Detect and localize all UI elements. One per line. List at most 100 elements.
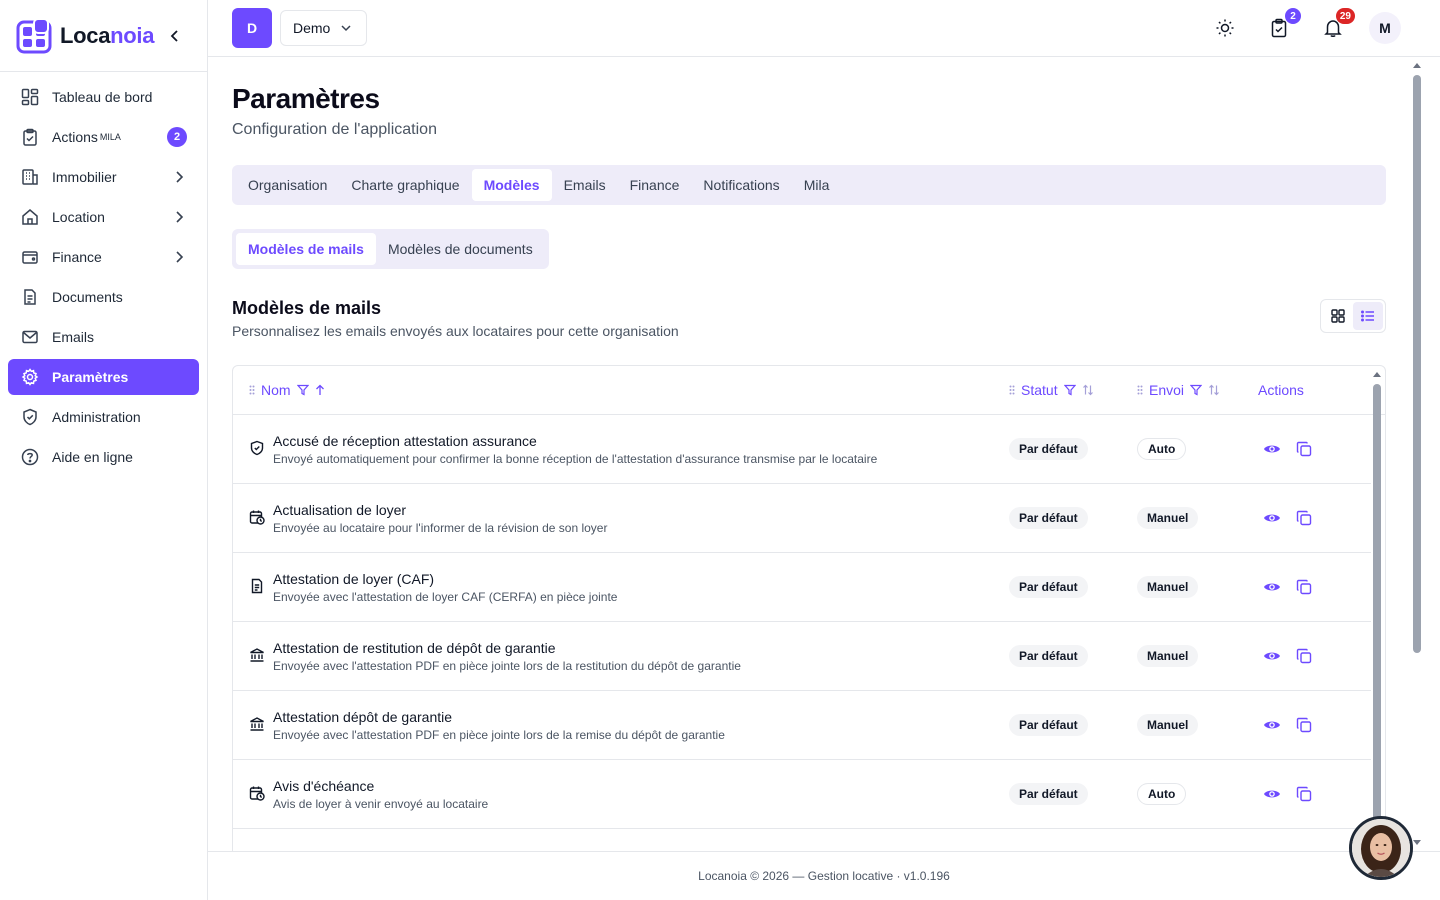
column-header-envoi[interactable]: Envoi xyxy=(1137,366,1220,414)
theme-toggle-button[interactable] xyxy=(1211,14,1239,42)
template-description: Envoyée avec l'attestation de loyer CAF … xyxy=(273,590,618,604)
preview-button[interactable] xyxy=(1262,646,1282,666)
locanoia-logo-icon xyxy=(16,17,52,53)
mail-icon xyxy=(20,327,40,347)
status-badge: Par défaut xyxy=(1009,576,1088,598)
sidebar-item-label: Aide en ligne xyxy=(52,449,133,465)
tab-notifications[interactable]: Notifications xyxy=(691,169,791,201)
duplicate-button[interactable] xyxy=(1294,646,1314,666)
column-header-nom[interactable]: Nom xyxy=(249,366,325,414)
template-description: Envoyée avec l'attestation PDF en pièce … xyxy=(273,659,741,673)
tab-mila[interactable]: Mila xyxy=(792,169,842,201)
org-select[interactable]: Demo xyxy=(280,10,367,46)
table-row[interactable]: Actualisation de loyer Envoyée au locata… xyxy=(233,484,1371,553)
copy-icon xyxy=(1296,717,1312,733)
section-title: Modèles de mails xyxy=(232,298,382,318)
sidebar-item-administration[interactable]: Administration xyxy=(8,399,199,435)
send-mode-badge: Manuel xyxy=(1137,714,1199,736)
preview-button[interactable] xyxy=(1262,784,1282,804)
user-avatar[interactable]: M xyxy=(1369,12,1401,44)
duplicate-button[interactable] xyxy=(1294,784,1314,804)
sidebar-item-finance[interactable]: Finance xyxy=(8,239,199,275)
duplicate-button[interactable] xyxy=(1294,715,1314,735)
sidebar-item-label: Location xyxy=(52,209,105,225)
copy-icon xyxy=(1296,648,1312,664)
duplicate-button[interactable] xyxy=(1294,577,1314,597)
tab-emails[interactable]: Emails xyxy=(552,169,618,201)
tab-finance[interactable]: Finance xyxy=(618,169,692,201)
grid-view-button[interactable] xyxy=(1323,302,1353,330)
preview-button[interactable] xyxy=(1262,508,1282,528)
table-row[interactable]: Attestation de restitution de dépôt de g… xyxy=(233,622,1371,691)
template-description: Avis de loyer à venir envoyé au locatair… xyxy=(273,797,489,811)
tasks-button[interactable]: 2 xyxy=(1265,8,1301,42)
tab-charte-graphique[interactable]: Charte graphique xyxy=(339,169,471,201)
sidebar-item-immobilier[interactable]: Immobilier xyxy=(8,159,199,195)
table-row[interactable]: Accusé de réception attestation assuranc… xyxy=(233,415,1371,484)
table-row[interactable]: Attestation dépôt de garantie Envoyée av… xyxy=(233,691,1371,760)
collapse-sidebar-button[interactable] xyxy=(165,26,185,46)
dashboard-icon xyxy=(20,87,40,107)
tab-modeles[interactable]: Modèles xyxy=(471,169,552,201)
duplicate-button[interactable] xyxy=(1294,508,1314,528)
brand-name-accent: noia xyxy=(110,22,155,48)
assistant-avatar-button[interactable] xyxy=(1349,816,1413,880)
sidebar-item-label: Documents xyxy=(52,289,123,305)
sidebar-item-emails[interactable]: Emails xyxy=(8,319,199,355)
drag-handle-icon[interactable] xyxy=(249,385,255,395)
column-label: Nom xyxy=(261,382,291,398)
sidebar-item-aide-en-ligne[interactable]: Aide en ligne xyxy=(8,439,199,475)
drag-handle-icon[interactable] xyxy=(1137,385,1143,395)
org-avatar[interactable]: D xyxy=(232,8,272,48)
page-scrollbar-thumb[interactable] xyxy=(1413,75,1421,653)
sidebar-item-label: Immobilier xyxy=(52,169,117,185)
duplicate-button[interactable] xyxy=(1294,439,1314,459)
sidebar-item-label: Actions xyxy=(52,129,98,145)
view-toggle xyxy=(1320,299,1386,333)
calendar-clock-icon xyxy=(249,786,265,801)
filter-icon[interactable] xyxy=(1190,384,1203,396)
drag-handle-icon[interactable] xyxy=(1009,385,1015,395)
clipboard-check-icon xyxy=(20,127,40,147)
table-row[interactable]: Attestation de loyer (CAF) Envoyée avec … xyxy=(233,553,1371,622)
scroll-up-arrow-icon[interactable] xyxy=(1369,368,1385,380)
scroll-up-arrow-icon[interactable] xyxy=(1411,59,1423,71)
grid-icon xyxy=(1331,309,1345,323)
table-row[interactable]: Avis d'échéance Avis de loyer à venir en… xyxy=(233,760,1371,829)
sidebar-item-actions[interactable]: Actions MILA 2 xyxy=(8,119,199,155)
preview-button[interactable] xyxy=(1262,715,1282,735)
sidebar-item-parametres[interactable]: Paramètres xyxy=(8,359,199,395)
template-description: Envoyée au locataire pour l'informer de … xyxy=(273,521,608,535)
status-badge: Par défaut xyxy=(1009,645,1088,667)
template-name: Actualisation de loyer xyxy=(273,502,407,518)
sort-ascending-icon[interactable] xyxy=(315,384,325,396)
page-scrollbar[interactable] xyxy=(1411,57,1427,851)
actions-count-badge: 2 xyxy=(167,127,187,147)
subtab-modeles-de-documents[interactable]: Modèles de documents xyxy=(376,233,545,265)
preview-button[interactable] xyxy=(1262,439,1282,459)
sidebar-item-location[interactable]: Location xyxy=(8,199,199,235)
template-name: Attestation de loyer (CAF) xyxy=(273,571,435,587)
sidebar-item-documents[interactable]: Documents xyxy=(8,279,199,315)
table-scrollbar-thumb[interactable] xyxy=(1373,384,1381,851)
filter-icon[interactable] xyxy=(1063,384,1076,396)
status-badge: Par défaut xyxy=(1009,783,1088,805)
sort-icon[interactable] xyxy=(1082,384,1094,396)
notifications-button[interactable]: 29 xyxy=(1319,8,1355,42)
settings-tabs: Organisation Charte graphique Modèles Em… xyxy=(232,165,1386,205)
list-view-button[interactable] xyxy=(1353,302,1383,330)
main-content: Paramètres Configuration de l'applicatio… xyxy=(208,57,1411,851)
document-icon xyxy=(20,287,40,307)
sidebar-item-tableau-de-bord[interactable]: Tableau de bord xyxy=(8,79,199,115)
filter-icon[interactable] xyxy=(296,384,309,396)
table-scrollbar[interactable] xyxy=(1369,366,1385,851)
column-header-statut[interactable]: Statut xyxy=(1009,366,1094,414)
preview-button[interactable] xyxy=(1262,577,1282,597)
subtab-modeles-de-mails[interactable]: Modèles de mails xyxy=(236,233,376,265)
sidebar: Locanoia Tableau de bord Actions MILA 2 I… xyxy=(0,0,208,900)
send-mode-badge: Auto xyxy=(1137,783,1187,805)
brand-name-main: Loca xyxy=(60,22,111,48)
send-mode-badge: Manuel xyxy=(1137,645,1199,667)
tab-organisation[interactable]: Organisation xyxy=(236,169,339,201)
sort-icon[interactable] xyxy=(1208,384,1220,396)
